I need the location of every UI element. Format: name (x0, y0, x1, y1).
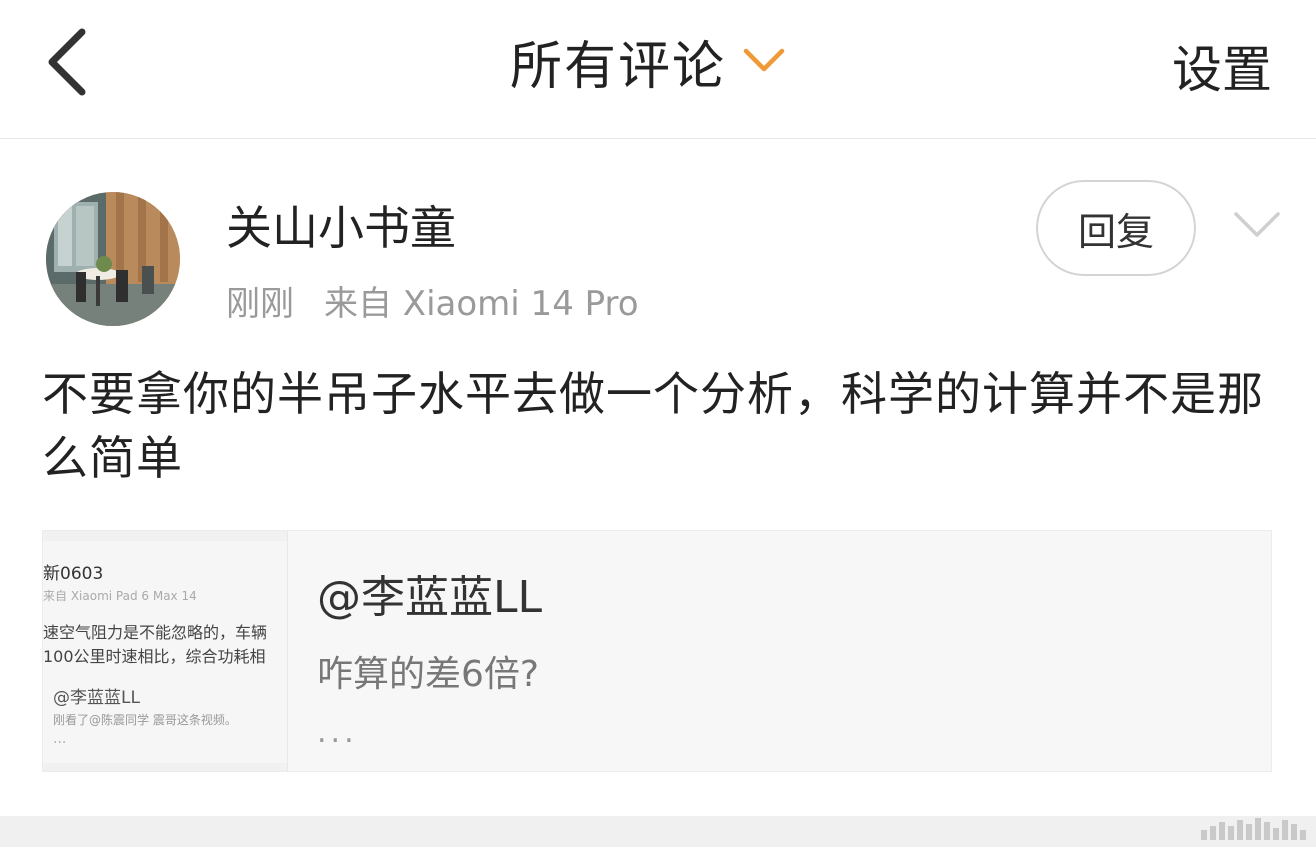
back-arrow-icon (48, 28, 86, 96)
thumbnail-text: 100公里时速相比，综合功耗相 (43, 647, 266, 666)
reply-button[interactable]: 回复 (1036, 180, 1196, 276)
quoted-comment-card[interactable]: 新0603 来自 Xiaomi Pad 6 Max 14 速空气阻力是不能忽略的… (42, 530, 1272, 772)
comment-source: 来自 Xiaomi 14 Pro (324, 284, 639, 324)
thumbnail-text: 来自 Xiaomi Pad 6 Max 14 (43, 589, 197, 603)
comment-meta: 刚刚 来自 Xiaomi 14 Pro (226, 276, 639, 325)
avatar[interactable] (46, 192, 180, 326)
bottom-bar (0, 816, 1316, 847)
quoted-text: 咋算的差6倍? (317, 654, 540, 695)
comment-time: 刚刚 (226, 284, 294, 324)
thumbnail-text: 新0603 (43, 564, 104, 584)
thumbnail-text: ... (53, 731, 67, 747)
settings-button[interactable]: 设置 (1172, 30, 1272, 102)
comment-username[interactable]: 关山小书童 (226, 192, 456, 258)
chevron-down-icon[interactable] (1232, 208, 1282, 242)
page-title: 所有评论 (510, 36, 727, 97)
watermark (1201, 818, 1306, 840)
quoted-ellipsis: ... (317, 715, 358, 750)
back-button[interactable] (40, 26, 100, 98)
quoted-username[interactable]: @李蓝蓝LL (317, 561, 542, 625)
comment-text: 不要拿你的半吊子水平去做一个分析，科学的计算并不是那么简单 (42, 367, 1264, 485)
comment-filter-dropdown[interactable]: 所有评论 (510, 26, 788, 97)
thumbnail-content: 新0603 来自 Xiaomi Pad 6 Max 14 速空气阻力是不能忽略的… (43, 541, 287, 763)
chevron-down-icon (743, 48, 785, 72)
quoted-screenshot-thumbnail: 新0603 来自 Xiaomi Pad 6 Max 14 速空气阻力是不能忽略的… (43, 531, 288, 771)
thumbnail-text: 刚看了@陈震同学 震哥这条视频。 (53, 713, 237, 727)
avatar-image (46, 192, 180, 326)
top-nav-bar: 所有评论 设置 (0, 0, 1316, 139)
thumbnail-text: 速空气阻力是不能忽略的，车辆 (43, 623, 268, 642)
thumbnail-text: @李蓝蓝LL (53, 688, 140, 708)
